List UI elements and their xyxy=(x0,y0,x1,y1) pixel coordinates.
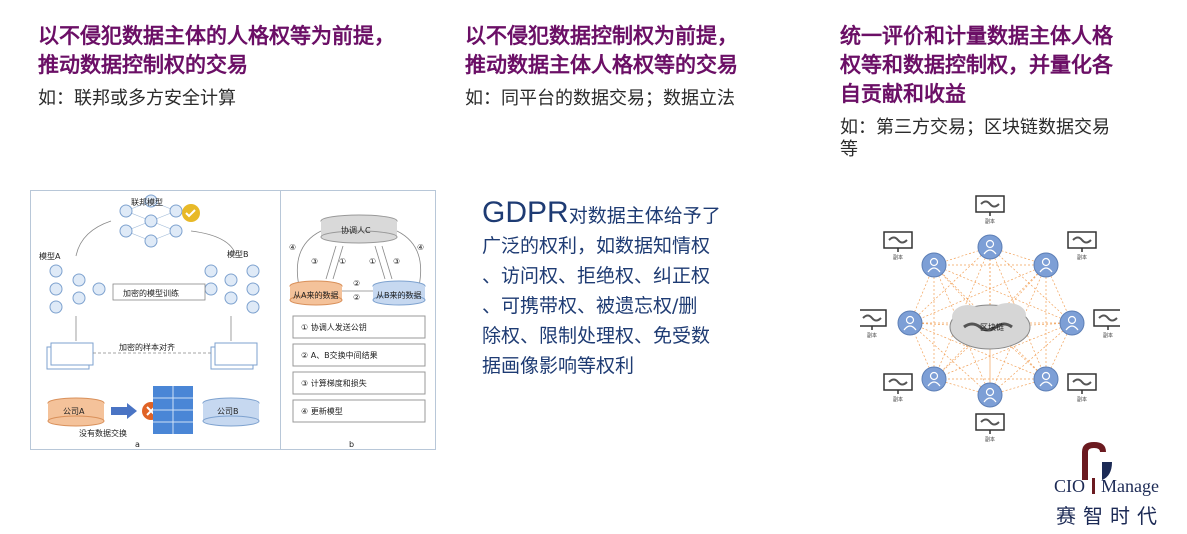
column-federated: 以不侵犯数据主体的人格权等为前提， 推动数据控制权的交易 如：联邦或多方安全计算 xyxy=(38,22,468,112)
encrypted-alignment-label: 加密的样本对齐 xyxy=(119,343,175,352)
step-mark: ④ xyxy=(417,243,425,252)
step-mark: ② xyxy=(353,279,361,288)
column-example: 如：联邦或多方安全计算 xyxy=(38,88,236,109)
model-b-label: 模型B xyxy=(227,250,249,259)
step-item: ③ 计算梯度和损失 xyxy=(301,379,367,388)
column-headline: 统一评价和计量数据主体人格 权等和数据控制权，并量化各 自贡献和收益 xyxy=(840,24,1113,106)
model-a-network-icon xyxy=(49,264,106,314)
gdpr-text: GDPR对数据主体给予了 广泛的权利，如数据知情权 、访问权、拒绝权、纠正权 、… xyxy=(482,196,721,378)
replica-label: 副本 xyxy=(893,254,903,261)
step-mark: ③ xyxy=(311,257,319,266)
step-mark: ① xyxy=(369,257,377,266)
column-headline: 以不侵犯数据控制权为前提， 推动数据主体人格权等的交易 xyxy=(465,24,738,77)
model-a-label: 模型A xyxy=(39,252,61,261)
model-b-network-icon xyxy=(204,264,260,314)
from-a-label: 从A来的数据 xyxy=(293,291,339,300)
blockchain-center-label: 区块链 xyxy=(980,323,1004,332)
logo-text-cio: CIO xyxy=(1054,476,1085,496)
step-mark: ① xyxy=(339,257,347,266)
step-item: ④ 更新模型 xyxy=(301,407,343,416)
gdpr-lead: GDPR xyxy=(482,196,569,229)
column-headline: 以不侵犯数据主体的人格权等为前提， 推动数据控制权的交易 xyxy=(38,24,395,77)
replica-label: 副本 xyxy=(1077,396,1087,403)
company-a-label: 公司A xyxy=(63,407,85,416)
logo-text-cn: 赛 智 时 代 xyxy=(1056,506,1158,528)
cio-manage-logo: CIO Manage 赛 智 时 代 xyxy=(1050,440,1185,530)
replica-label: 副本 xyxy=(893,396,903,403)
step-mark: ④ xyxy=(289,243,297,252)
arrow-right-icon xyxy=(111,403,137,419)
step-mark: ② xyxy=(353,293,361,302)
replica-label: 副本 xyxy=(1103,332,1113,339)
replica-label: 副本 xyxy=(1077,254,1087,261)
firewall-icon xyxy=(153,386,193,434)
from-b-label: 从B来的数据 xyxy=(376,291,422,300)
encrypted-training-label: 加密的模型训练 xyxy=(123,289,179,298)
logo-text-manage: Manage xyxy=(1101,476,1159,496)
column-platform: 以不侵犯数据控制权为前提， 推动数据主体人格权等的交易 如：同平台的数据交易；数… xyxy=(465,22,835,112)
no-exchange-label: 没有数据交换 xyxy=(79,429,127,438)
replica-label: 副本 xyxy=(985,218,995,225)
caption-a: a xyxy=(135,440,140,449)
logo-divider xyxy=(1091,478,1095,494)
blockchain-diagram: 副本 副本 副本 副本 副本 副本 副本 副本 区块链 xyxy=(857,195,1123,460)
caption-b: b xyxy=(349,440,355,449)
step-mark: ③ xyxy=(393,257,401,266)
coordinator-label: 协调人C xyxy=(341,226,371,235)
federated-model-label: 联邦模型 xyxy=(131,198,163,207)
column-example: 如：第三方交易；区块链数据交易 等 xyxy=(840,117,1110,160)
coordinator-diagram: 协调人C ④ ③ ① ① ③ ④ ② ② 从A来的数据 从B来的数据 ① 协调人… xyxy=(280,190,436,450)
column-example: 如：同平台的数据交易；数据立法 xyxy=(465,88,735,109)
step-item: ② A、B交换中间结果 xyxy=(301,351,378,360)
company-b-label: 公司B xyxy=(217,407,239,416)
replica-label: 副本 xyxy=(985,436,995,443)
replica-label: 副本 xyxy=(867,332,877,339)
step-item: ① 协调人发送公钥 xyxy=(301,323,367,332)
column-unified: 统一评价和计量数据主体人格 权等和数据控制权，并量化各 自贡献和收益 如：第三方… xyxy=(840,22,1180,163)
